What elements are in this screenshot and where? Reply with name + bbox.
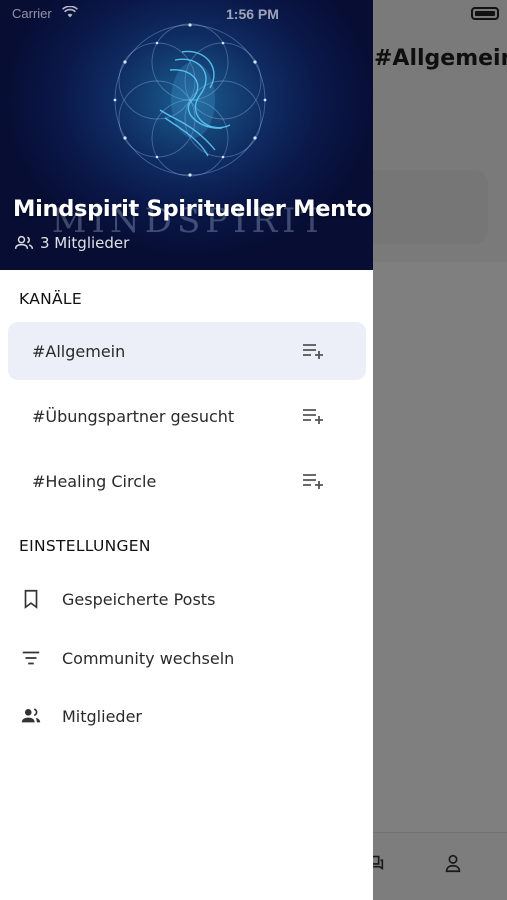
wifi-icon	[62, 6, 78, 18]
channel-label: #Übungspartner gesucht	[32, 406, 235, 426]
community-title: Mindspirit Spiritueller Mentor	[13, 196, 373, 222]
channel-item-healing-circle[interactable]: #Healing Circle	[8, 452, 366, 510]
status-time: 1:56 PM	[226, 6, 279, 22]
playlist-add-icon[interactable]	[301, 341, 325, 361]
setting-item-switch-community[interactable]: Community wechseln	[0, 636, 373, 680]
setting-item-saved-posts[interactable]: Gespeicherte Posts	[0, 577, 373, 621]
bookmark-icon	[24, 589, 38, 609]
status-carrier: Carrier	[12, 6, 52, 21]
mindspirit-artwork: MINDSPIRIT	[52, 23, 323, 241]
channel-item-allgemein[interactable]: #Allgemein	[8, 322, 366, 380]
people-icon	[14, 235, 34, 249]
community-drawer: MINDSPIRIT Carrier 1:56 PM Mindspirit Sp…	[0, 0, 373, 900]
member-count: 3 Mitglieder	[40, 234, 130, 252]
setting-label: Community wechseln	[62, 648, 235, 668]
channel-label: #Healing Circle	[32, 471, 157, 491]
setting-label: Mitglieder	[62, 706, 142, 726]
community-header: MINDSPIRIT Carrier 1:56 PM Mindspirit Sp…	[0, 0, 373, 270]
people-icon	[21, 708, 41, 723]
setting-label: Gespeicherte Posts	[62, 589, 216, 609]
playlist-add-icon[interactable]	[301, 471, 325, 491]
member-count-row[interactable]: 3 Mitglieder	[14, 234, 129, 252]
channel-label: #Allgemein	[32, 341, 126, 361]
filter-list-icon	[22, 651, 40, 665]
setting-item-members[interactable]: Mitglieder	[0, 694, 373, 738]
channels-heading: KANÄLE	[19, 290, 82, 308]
settings-heading: EINSTELLUNGEN	[19, 537, 151, 555]
channel-item-uebungspartner[interactable]: #Übungspartner gesucht	[8, 387, 366, 445]
playlist-add-icon[interactable]	[301, 406, 325, 426]
